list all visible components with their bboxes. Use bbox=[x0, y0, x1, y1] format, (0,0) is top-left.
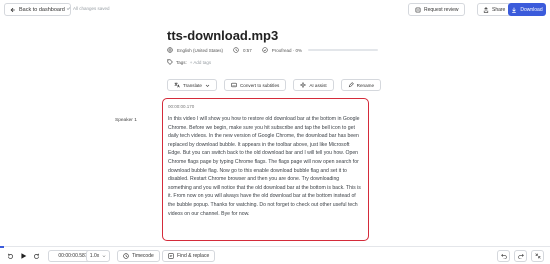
proofread-label: Proofread · 0% bbox=[271, 47, 303, 53]
translate-button[interactable]: Translate bbox=[167, 79, 217, 91]
collapse-icon bbox=[534, 253, 541, 259]
language-label[interactable]: English (United States) bbox=[177, 48, 223, 53]
save-status: All changes saved bbox=[66, 6, 110, 11]
share-label: Share bbox=[492, 6, 506, 13]
transcript-text[interactable]: In this video I will show you how to res… bbox=[168, 115, 363, 218]
playback-progress[interactable] bbox=[0, 246, 4, 248]
download-label: Download bbox=[520, 6, 543, 13]
ai-assist-button[interactable]: AI assist bbox=[293, 79, 334, 91]
convert-label: Convert to subtitles bbox=[239, 82, 280, 88]
ai-assist-label: AI assist bbox=[309, 82, 327, 88]
proofread-progress-bar bbox=[308, 49, 379, 51]
redo-button[interactable] bbox=[514, 250, 527, 262]
tag-icon bbox=[167, 59, 173, 65]
rename-button[interactable]: Rename bbox=[340, 79, 382, 91]
proofread-icon bbox=[262, 47, 268, 53]
find-replace-button[interactable]: Find & replace bbox=[162, 250, 216, 262]
sparkle-icon bbox=[300, 82, 307, 88]
translate-label: Translate bbox=[183, 82, 202, 88]
save-status-label: All changes saved bbox=[73, 6, 110, 11]
subtitles-icon bbox=[231, 82, 237, 88]
review-icon bbox=[415, 7, 421, 13]
file-title[interactable]: tts-download.mp3 bbox=[167, 28, 278, 43]
undo-icon bbox=[500, 253, 507, 259]
rename-label: Rename bbox=[356, 82, 375, 88]
download-icon bbox=[511, 7, 517, 13]
share-button[interactable]: Share bbox=[477, 3, 512, 16]
speed-select[interactable]: 1.0x bbox=[86, 250, 110, 262]
transcript-segment[interactable]: 00:00:00.170 In this video I will show y… bbox=[162, 98, 369, 241]
file-meta: English (United States) 0:57 Proofread ·… bbox=[167, 47, 379, 53]
chevron-down-icon bbox=[102, 254, 106, 258]
current-time: 00:00:00.587 bbox=[58, 253, 88, 259]
top-bar: Back to dashboard All changes saved Requ… bbox=[0, 0, 550, 19]
back-label: Back to dashboard bbox=[19, 6, 65, 13]
chevron-down-icon bbox=[205, 83, 210, 88]
rename-icon bbox=[348, 82, 354, 88]
duration-label: 0:57 bbox=[243, 47, 252, 53]
play-button[interactable] bbox=[18, 250, 28, 262]
clock-icon bbox=[123, 253, 129, 259]
request-review-label: Request review bbox=[424, 6, 459, 13]
clock-icon bbox=[233, 47, 239, 53]
translate-icon bbox=[174, 82, 180, 88]
share-icon bbox=[483, 6, 489, 13]
globe-icon bbox=[167, 47, 173, 53]
play-icon bbox=[20, 253, 26, 259]
forward-button[interactable] bbox=[31, 250, 41, 262]
timecode-label: Timecode bbox=[132, 253, 154, 259]
convert-to-subtitles-button[interactable]: Convert to subtitles bbox=[223, 79, 287, 91]
timecode-button[interactable]: Timecode bbox=[117, 250, 160, 262]
back-to-dashboard-button[interactable]: Back to dashboard bbox=[4, 3, 71, 16]
rewind-icon bbox=[7, 253, 13, 259]
redo-icon bbox=[517, 253, 524, 259]
tags-label: Tags: bbox=[176, 59, 187, 65]
arrow-left-icon bbox=[10, 7, 16, 13]
forward-icon bbox=[33, 253, 39, 259]
undo-button[interactable] bbox=[497, 250, 510, 262]
collapse-button[interactable] bbox=[531, 250, 544, 262]
rewind-button[interactable] bbox=[5, 250, 15, 262]
check-icon bbox=[66, 6, 71, 11]
speed-value: 1.0x bbox=[89, 253, 100, 259]
tags-row: Tags: + Add tags bbox=[167, 59, 211, 65]
player-bar: 00:00:00.587 1.0x Timecode Find & replac… bbox=[0, 246, 550, 264]
speaker-label[interactable]: Speaker 1 bbox=[115, 118, 137, 123]
find-replace-icon bbox=[168, 253, 174, 259]
tool-row: Translate Convert to subtitles AI assist… bbox=[167, 79, 382, 91]
find-replace-label: Find & replace bbox=[177, 253, 210, 259]
add-tags-button[interactable]: + Add tags bbox=[190, 60, 211, 65]
request-review-button[interactable]: Request review bbox=[408, 3, 466, 16]
segment-timestamp[interactable]: 00:00:00.170 bbox=[168, 104, 363, 109]
download-button[interactable]: Download bbox=[508, 3, 546, 16]
